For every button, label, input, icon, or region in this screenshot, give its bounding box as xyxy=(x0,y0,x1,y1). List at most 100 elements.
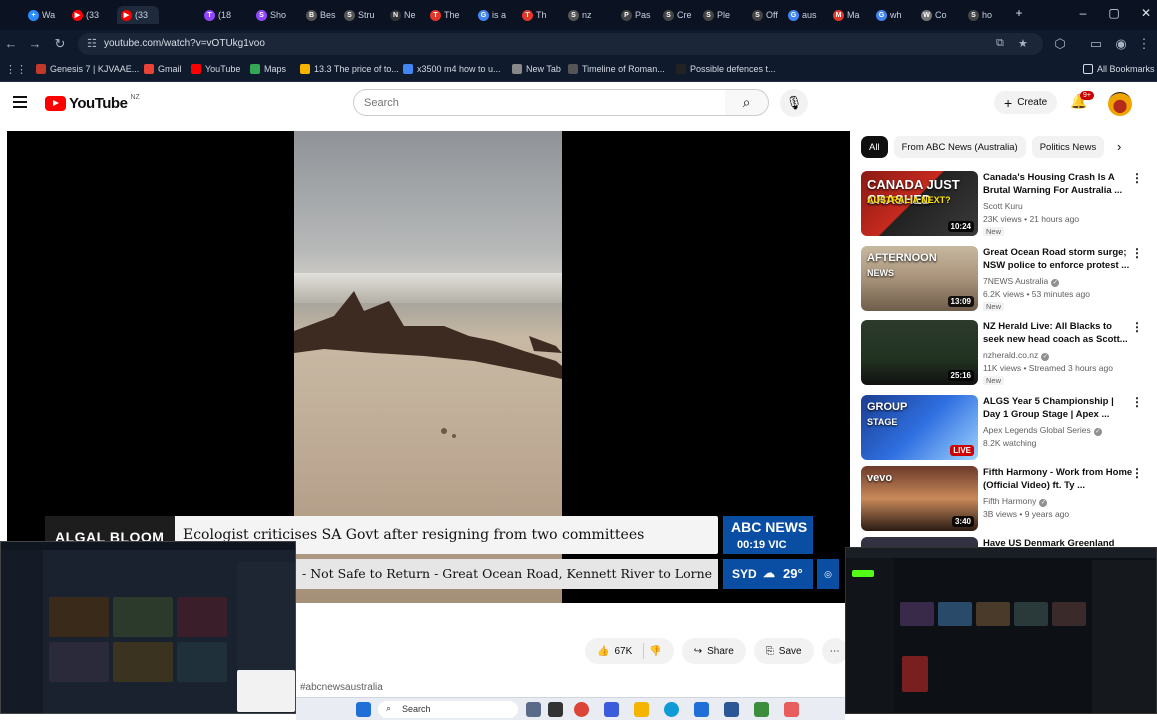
browser-tab[interactable]: S Cre xyxy=(663,6,700,24)
filter-chip[interactable]: From ABC News (Australia) xyxy=(893,136,1026,158)
bookmark-item[interactable]: Genesis 7 | KJVAAE... xyxy=(36,64,139,74)
browser-tab[interactable]: Snz xyxy=(568,6,610,24)
more-options-icon[interactable]: ⋮ xyxy=(1131,395,1143,409)
reload-icon[interactable]: ↻ xyxy=(52,36,68,52)
all-bookmarks[interactable]: All Bookmarks xyxy=(1083,64,1155,74)
bookmark-item[interactable]: Possible defences t... xyxy=(676,64,776,74)
browser-tab[interactable]: Gaus xyxy=(788,6,830,24)
channel-row[interactable]: 7NEWS Australia ✓ xyxy=(983,276,1060,287)
chrome-icon[interactable] xyxy=(574,702,589,717)
video-title[interactable]: Fifth Harmony - Work from Home (Official… xyxy=(983,466,1133,493)
browser-tab[interactable]: S Stru xyxy=(344,6,386,24)
recommended-video[interactable]: Have US Denmark Greenland xyxy=(861,537,1146,547)
sidebar-icon[interactable]: ▭ xyxy=(1088,36,1104,52)
browser-tab[interactable]: T Th xyxy=(522,6,564,24)
edge-icon[interactable] xyxy=(664,702,679,717)
new-tab-icon[interactable]: + xyxy=(1011,6,1027,20)
channel-name[interactable]: Fifth Harmony xyxy=(983,496,1036,506)
forward-arrow-icon[interactable]: → xyxy=(27,36,43,51)
maximize-icon[interactable]: ▢ xyxy=(1106,6,1122,20)
browser-tab[interactable]: + Wa xyxy=(28,6,69,24)
more-actions-button[interactable]: ⋯ xyxy=(821,638,848,664)
browser-tab[interactable]: P Pas xyxy=(621,6,660,24)
browser-tab[interactable]: ▶ (33 xyxy=(117,6,159,24)
back-arrow-icon[interactable]: ← xyxy=(3,36,19,51)
bookmark-item[interactable]: Maps xyxy=(250,64,286,74)
browser-tab[interactable]: B Bes xyxy=(306,6,341,24)
more-options-icon[interactable]: ⋮ xyxy=(1131,171,1143,185)
search-input[interactable] xyxy=(354,90,694,115)
outlook-icon[interactable] xyxy=(694,702,709,717)
save-button[interactable]: ⎘ Save xyxy=(753,638,814,664)
app-icon[interactable] xyxy=(754,702,769,717)
video-hashtag[interactable]: #abcnewsaustralia xyxy=(300,682,383,693)
youtube-logo[interactable]: YouTube NZ xyxy=(45,94,140,112)
bookmark-item[interactable]: YouTube xyxy=(191,64,240,74)
windows-start-icon[interactable] xyxy=(356,702,371,717)
browser-tab[interactable]: S Off xyxy=(752,6,785,24)
search-box[interactable] xyxy=(353,89,726,116)
widgets-icon[interactable] xyxy=(526,702,541,717)
browser-tab[interactable]: Gis a xyxy=(478,6,519,24)
task-view-icon[interactable] xyxy=(548,702,563,717)
taskbar-search[interactable]: ⌕ Search xyxy=(378,701,518,718)
video-title[interactable]: ALGS Year 5 Championship | Day 1 Group S… xyxy=(983,395,1133,422)
search-button[interactable]: ⌕ xyxy=(725,89,769,116)
recommended-video[interactable]: CANADA JUST CRASHED AUSTRALIA NEXT? 10:24 C… xyxy=(861,171,1146,238)
browser-tab[interactable]: W Co xyxy=(921,6,963,24)
app-icon[interactable] xyxy=(724,702,739,717)
extensions-icon[interactable]: ⬡ xyxy=(1052,36,1068,52)
channel-name[interactable]: Apex Legends Global Series xyxy=(983,425,1091,435)
video-title[interactable]: Great Ocean Road storm surge; NSW police… xyxy=(983,246,1133,273)
browser-tab[interactable]: Gwh xyxy=(876,6,918,24)
filter-chip[interactable]: All xyxy=(861,136,888,158)
recommended-video[interactable]: GROUP STAGE LIVE ALGS Year 5 Championship |… xyxy=(861,395,1146,462)
profile-icon[interactable]: ◉ xyxy=(1113,36,1129,52)
apps-grid-icon[interactable]: ⋮⋮ xyxy=(5,63,27,76)
browser-tab[interactable]: T The xyxy=(430,6,472,24)
channel-row[interactable]: Apex Legends Global Series ✓ xyxy=(983,425,1102,436)
bookmark-item[interactable]: Gmail xyxy=(144,64,182,74)
voice-search-button[interactable]: 🎙 xyxy=(780,89,808,117)
bookmark-star-icon[interactable]: ★ xyxy=(1018,37,1028,50)
like-button[interactable]: 👍 67K 👎 xyxy=(585,638,674,664)
browser-tab[interactable]: M Ma xyxy=(833,6,873,24)
browser-tab[interactable]: T (18 xyxy=(204,6,246,24)
install-app-icon[interactable]: ⧉ xyxy=(996,37,1004,50)
video-thumbnail[interactable] xyxy=(861,537,978,547)
channel-name[interactable]: Scott Kuru xyxy=(983,201,1023,211)
recommended-video[interactable]: 25:16 NZ Herald Live: All Blacks to seek … xyxy=(861,320,1146,387)
channel-name[interactable]: nzherald.co.nz xyxy=(983,350,1038,360)
video-thumbnail[interactable]: GROUP STAGE LIVE xyxy=(861,395,978,460)
minimize-icon[interactable]: – xyxy=(1075,6,1091,20)
recommended-video[interactable]: vevo 3:40 Fifth Harmony - Work from Home (… xyxy=(861,466,1146,533)
browser-tab[interactable]: S Ple xyxy=(703,6,745,24)
bookmark-item[interactable]: New Tab xyxy=(512,64,561,74)
site-info-icon[interactable]: ☷ xyxy=(87,37,97,50)
app-icon[interactable] xyxy=(604,702,619,717)
more-options-icon[interactable]: ⋮ xyxy=(1131,246,1143,260)
video-thumbnail[interactable]: 25:16 xyxy=(861,320,978,385)
hamburger-menu-icon[interactable] xyxy=(13,96,27,108)
thumbs-down-icon[interactable]: 👎 xyxy=(649,646,661,657)
filter-chip[interactable]: Politics News xyxy=(1031,136,1105,158)
more-options-icon[interactable]: ⋮ xyxy=(1131,466,1143,480)
account-avatar[interactable] xyxy=(1108,92,1132,116)
video-title[interactable]: Canada's Housing Crash Is A Brutal Warni… xyxy=(983,171,1133,198)
browser-tab[interactable]: N Ne xyxy=(390,6,427,24)
browser-tab[interactable]: S Sho xyxy=(256,6,298,24)
video-title[interactable]: NZ Herald Live: All Blacks to seek new h… xyxy=(983,320,1133,347)
address-bar[interactable]: ☷ youtube.com/watch?v=vOTUkg1voo ⧉ ★ xyxy=(78,33,1043,55)
channel-row[interactable]: Scott Kuru xyxy=(983,201,1023,211)
channel-row[interactable]: Fifth Harmony ✓ xyxy=(983,496,1048,507)
chevron-right-icon[interactable]: › xyxy=(1117,139,1121,154)
more-options-icon[interactable]: ⋮ xyxy=(1131,320,1143,334)
bookmark-item[interactable]: 13.3 The price of to... xyxy=(300,64,399,74)
video-thumbnail[interactable]: CANADA JUST CRASHED AUSTRALIA NEXT? 10:24 xyxy=(861,171,978,236)
recommended-video[interactable]: AFTERNOON NEWS 13:09 Great Ocean Road storm… xyxy=(861,246,1146,313)
browser-tab[interactable]: Sho xyxy=(968,6,1008,24)
channel-name[interactable]: 7NEWS Australia xyxy=(983,276,1048,286)
video-thumbnail[interactable]: vevo 3:40 xyxy=(861,466,978,531)
bookmark-item[interactable]: x3500 m4 how to u... xyxy=(403,64,501,74)
close-window-icon[interactable]: ✕ xyxy=(1138,6,1154,20)
